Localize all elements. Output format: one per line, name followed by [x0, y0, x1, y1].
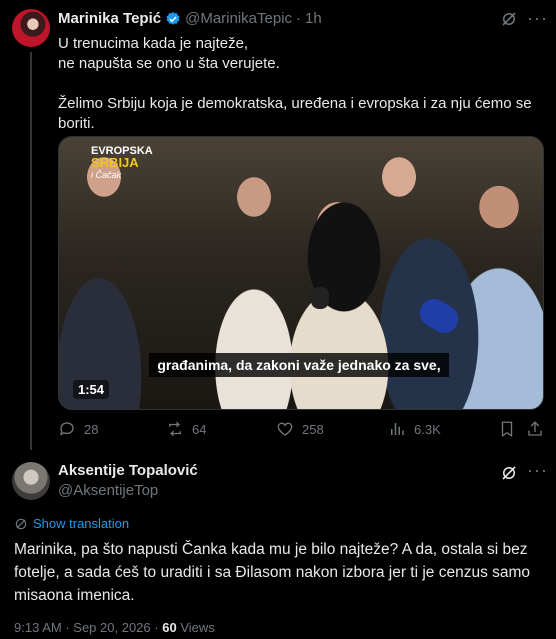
views-button[interactable]: 6.3K [388, 420, 441, 438]
author-handle[interactable]: @AksentijeTop [58, 482, 158, 499]
video-subtitle: građanima, da zakoni važe jednako za sve… [149, 353, 449, 377]
views-icon [391, 423, 404, 435]
post-date[interactable]: Sep 20, 2026 [73, 620, 150, 635]
bookmark-button[interactable] [498, 420, 516, 438]
video-player[interactable]: EVROPSKA SRBIJA i Čačak građanima, da za… [58, 136, 544, 410]
post-time[interactable]: 9:13 AM [14, 620, 62, 635]
tweet-meta: 9:13 AM · Sep 20, 2026 · 60 Views [14, 620, 215, 635]
views-label: Views [180, 620, 215, 635]
translate-icon [15, 518, 27, 529]
share-icon [528, 421, 542, 436]
reply-count: 28 [84, 421, 99, 437]
logo-line3: i Čačak [91, 170, 122, 180]
like-button[interactable]: 258 [276, 420, 324, 438]
tweet-reply[interactable]: Aksentije Topalović @AksentijeTop ··· Sh… [0, 452, 556, 639]
repost-icon [169, 421, 181, 437]
microphone-icon [414, 293, 464, 339]
timestamp[interactable]: 1h [305, 10, 322, 27]
video-duration: 1:54 [73, 380, 110, 399]
action-bar: 28 64 258 6.3K [58, 420, 544, 442]
reply-button[interactable]: 28 [58, 420, 98, 438]
like-icon [277, 422, 293, 436]
tweet-text: Marinika, pa što napusti Čanka kada mu j… [14, 541, 531, 604]
repost-count: 64 [192, 421, 207, 437]
thread-connector [30, 52, 32, 450]
tweet-header: Marinika Tepić @MarinikaTepic · 1h [58, 10, 322, 27]
like-count: 258 [302, 421, 324, 437]
views-count: 6.3K [414, 421, 441, 437]
more-icon[interactable]: ··· [527, 460, 548, 481]
share-button[interactable] [526, 420, 544, 438]
more-icon[interactable]: ··· [527, 8, 548, 29]
show-translation-link[interactable]: Show translation [14, 516, 129, 531]
author-name[interactable]: Aksentije Topalović [58, 462, 198, 479]
microphone-icon [311, 287, 329, 309]
grok-icon[interactable] [500, 10, 518, 28]
author-name[interactable]: Marinika Tepić [58, 10, 161, 27]
avatar[interactable] [12, 9, 50, 47]
avatar[interactable] [12, 462, 50, 500]
bookmark-icon [501, 421, 513, 438]
video-logo: EVROPSKA SRBIJA i Čačak [69, 145, 153, 181]
author-handle[interactable]: @MarinikaTepic [185, 10, 292, 27]
flag-icon [69, 147, 91, 177]
tweet-main[interactable]: Marinika Tepić @MarinikaTepic · 1h ··· U… [0, 0, 556, 450]
logo-line2: SRBIJA [91, 155, 139, 170]
grok-icon[interactable] [500, 464, 518, 482]
show-translation-label: Show translation [33, 516, 130, 531]
reply-icon [59, 422, 74, 436]
tweet-text: U trenucima kada je najteže, ne napušta … [58, 35, 532, 132]
repost-button[interactable]: 64 [166, 420, 206, 438]
verified-icon [166, 11, 180, 25]
views-count: 60 [162, 620, 177, 635]
separator: · [296, 10, 302, 27]
